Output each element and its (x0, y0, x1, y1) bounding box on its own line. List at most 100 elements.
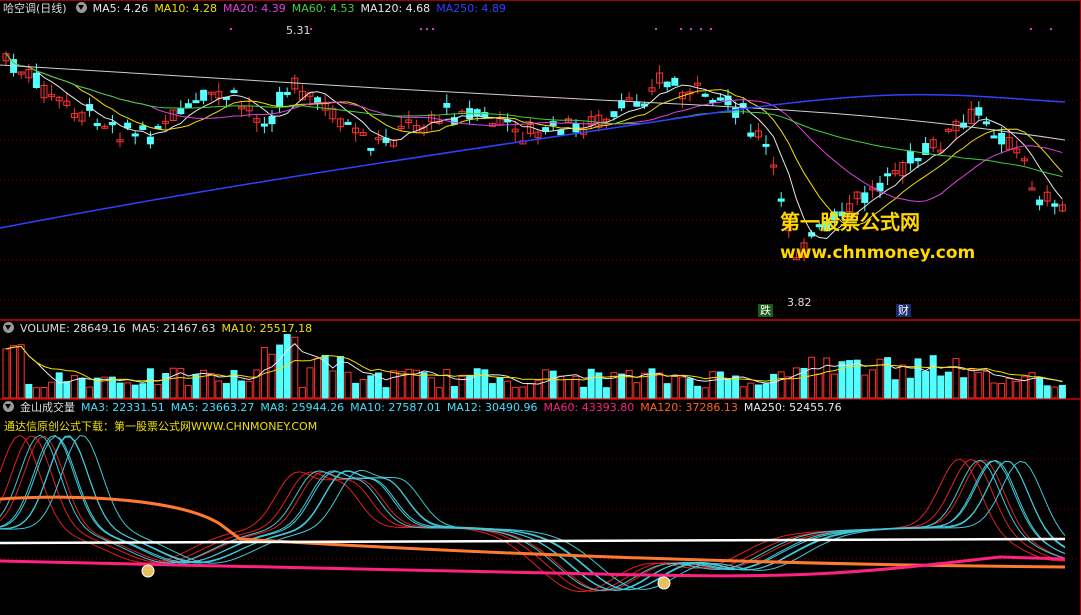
volume-bar (329, 370, 337, 399)
moneybag-icon (657, 576, 671, 590)
volume-bar (215, 380, 223, 399)
volume-bar (587, 368, 595, 399)
dropdown-toggle-icon[interactable] (3, 322, 14, 333)
volume-bar (86, 386, 94, 399)
volume-bar (656, 372, 664, 399)
candle-body (124, 122, 132, 129)
volume-bar (1036, 377, 1044, 399)
signal-dot (1030, 28, 1032, 30)
signal-dot (710, 28, 712, 30)
candle-body (709, 99, 717, 103)
indicator-header: 金山成交量 MA3: 22331.51 MA5: 23663.27 MA8: 2594… (0, 399, 848, 417)
candle-body (131, 133, 139, 137)
dropdown-toggle-icon[interactable] (3, 401, 14, 412)
candle-body (701, 93, 709, 97)
event-tag-cai[interactable]: 财 (896, 304, 911, 317)
volume-bar (32, 387, 40, 399)
signal-dot (690, 28, 692, 30)
volume-bar (78, 377, 86, 399)
volume-bar (55, 372, 63, 399)
volume-bar (48, 381, 56, 399)
volume-bar (359, 378, 367, 399)
volume-bar (519, 386, 527, 399)
ind-value: MA250: 52455.76 (743, 401, 842, 414)
volume-bar (884, 357, 892, 399)
volume-bar (686, 378, 694, 399)
ind-value: MA120: 37286.13 (640, 401, 738, 414)
candle-body (260, 123, 268, 127)
watermark-url: www.chnmoney.com (780, 243, 976, 263)
volume-header: VOLUME: 28649.16 MA5: 21467.63 MA10: 25517… (0, 320, 318, 338)
volume-bar (922, 371, 930, 399)
volume-bar (602, 387, 610, 399)
volume-bar (2, 348, 10, 399)
volume-bar (709, 371, 717, 399)
volume-panel[interactable]: VOLUME: 28649.16 MA5: 21467.63 MA10: 25517… (0, 320, 1081, 399)
ind-value: MA3: 22331.51 (81, 401, 165, 414)
candle-body (276, 91, 284, 108)
volume-bar (40, 387, 48, 399)
ma60-line (0, 555, 1066, 578)
price-panel[interactable]: 哈空调(日线) MA5: 4.26 MA10: 4.28 MA20: 4.39 MA60… (0, 0, 1081, 320)
volume-bar (678, 376, 686, 399)
volume-bar (899, 364, 907, 399)
candle-body (443, 102, 451, 108)
volume-bar (511, 387, 519, 399)
volume-bar (526, 383, 534, 399)
event-tag-die[interactable]: 跌 (758, 304, 773, 317)
volume-bar (838, 361, 846, 399)
indicator-title: 金山成交量 (20, 401, 75, 414)
candle-body (146, 136, 154, 145)
volume-bar (276, 344, 284, 399)
signal-dot (655, 28, 657, 30)
volume-bar (253, 369, 261, 399)
volume-bar (952, 358, 960, 399)
volume-bar (443, 368, 451, 399)
volume-bar (450, 386, 458, 399)
volume-bar (154, 383, 162, 399)
volume-bar (207, 373, 215, 399)
volume-bar (10, 345, 18, 399)
volume-bar (504, 380, 512, 399)
volume-bar (116, 382, 124, 399)
volume-bar (25, 383, 33, 399)
volume-ma5: MA5: 21467.63 (131, 322, 216, 335)
candlestick-chart[interactable] (0, 0, 1081, 320)
volume-bar (549, 370, 557, 399)
volume-bar (701, 387, 709, 399)
ma-label: MA10: 4.28 (154, 2, 218, 15)
volume-bar (618, 373, 626, 399)
stock-title: 哈空调(日线) (3, 2, 67, 15)
moneybag-icon (141, 564, 155, 578)
signal-dot (700, 28, 702, 30)
volume-bar (694, 385, 702, 399)
candle-body (633, 101, 641, 107)
indicator-panel[interactable]: 金山成交量 MA3: 22331.51 MA5: 23663.27 MA8: 2594… (0, 399, 1081, 615)
volume-bar (1058, 384, 1066, 399)
volume-bar (428, 377, 436, 399)
candle-body (975, 107, 983, 116)
candle-body (230, 90, 238, 94)
candle-body (747, 132, 755, 137)
candle-body (777, 198, 785, 202)
candle-body (716, 97, 724, 101)
volume-bar (146, 368, 154, 399)
candle-body (1036, 199, 1044, 206)
candle-body (177, 108, 185, 115)
volume-bar (298, 386, 306, 399)
volume-bar (488, 383, 496, 399)
volume-bar (960, 377, 968, 399)
volume-bar (382, 387, 390, 399)
volume-bar (990, 382, 998, 399)
volume-bar (846, 360, 854, 399)
ind-value: MA5: 23663.27 (170, 401, 255, 414)
signal-dot (426, 28, 428, 30)
volume-bar (967, 368, 975, 399)
candle-body (139, 125, 147, 130)
volume-bar (747, 382, 755, 399)
dropdown-toggle-icon[interactable] (75, 2, 87, 13)
candle-body (762, 143, 770, 147)
volume-ma10: MA10: 25517.18 (221, 322, 313, 335)
volume-bar (481, 369, 489, 399)
volume-bar (937, 375, 945, 399)
